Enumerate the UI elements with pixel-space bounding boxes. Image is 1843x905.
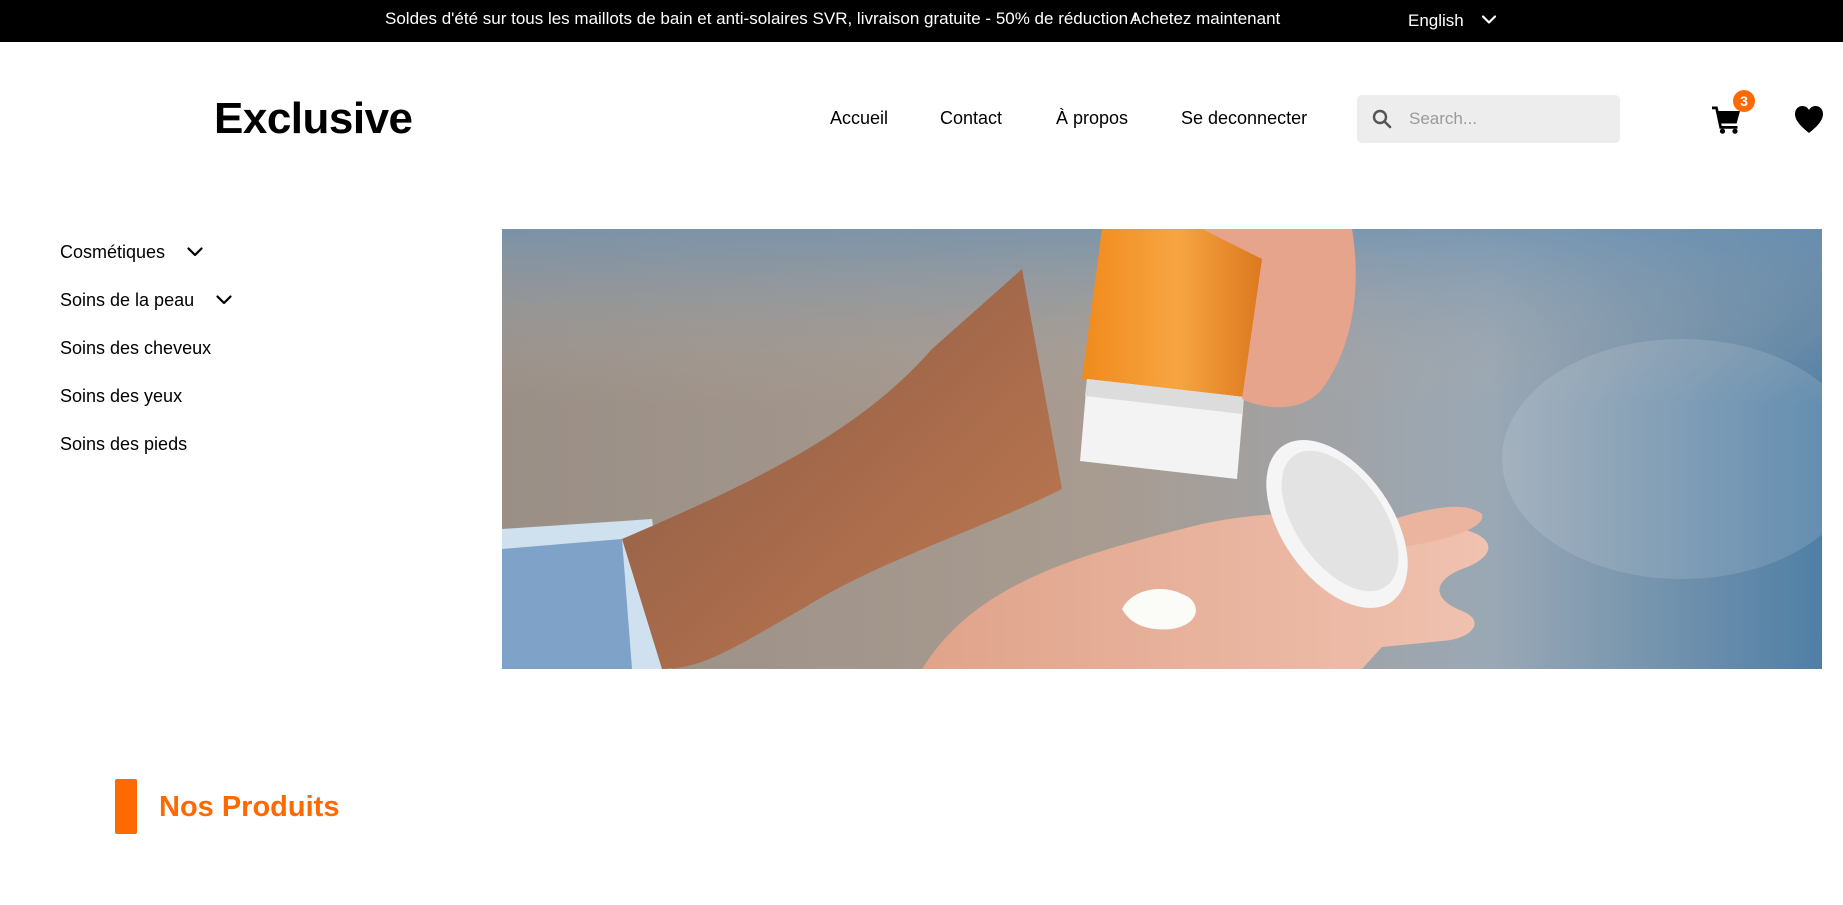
- category-label: Soins de la peau: [60, 289, 195, 310]
- site-logo[interactable]: Exclusive: [214, 94, 413, 144]
- category-soins-yeux[interactable]: Soins des yeux: [60, 372, 232, 420]
- section-accent-bar: [115, 779, 137, 834]
- chevron-down-icon: [216, 295, 232, 305]
- category-soins-cheveux[interactable]: Soins des cheveux: [60, 324, 232, 372]
- announcement-bar: Soldes d'été sur tous les maillots de ba…: [0, 0, 1843, 42]
- nav-contact[interactable]: Contact: [940, 108, 1002, 129]
- category-label: Soins des yeux: [60, 385, 183, 406]
- category-label: Cosmétiques: [60, 241, 166, 262]
- cart-count-badge: 3: [1733, 90, 1755, 112]
- shop-now-link[interactable]: Achetez maintenant: [1130, 0, 1280, 42]
- category-cosmetiques[interactable]: Cosmétiques: [60, 228, 232, 276]
- language-label: English: [1408, 11, 1464, 30]
- section-title: Nos Produits: [159, 791, 340, 823]
- category-soins-peau[interactable]: Soins de la peau: [60, 276, 232, 324]
- chevron-down-icon: [187, 247, 203, 257]
- category-label: Soins des cheveux: [60, 337, 212, 358]
- search-icon[interactable]: [1372, 109, 1392, 129]
- search-input[interactable]: [1409, 109, 1609, 129]
- promo-text: Soldes d'été sur tous les maillots de ba…: [385, 9, 1138, 28]
- heart-icon[interactable]: [1793, 104, 1825, 134]
- language-selector[interactable]: English: [1408, 0, 1496, 42]
- category-label: Soins des pieds: [60, 433, 188, 454]
- search-box: [1357, 95, 1620, 143]
- nav-logout[interactable]: Se deconnecter: [1181, 108, 1307, 129]
- nav-about[interactable]: À propos: [1056, 108, 1128, 129]
- category-sidebar: Cosmétiques Soins de la peau Soins des c…: [60, 228, 232, 468]
- chevron-down-icon: [1481, 15, 1496, 24]
- hero-banner-image[interactable]: [502, 229, 1822, 669]
- nav-home[interactable]: Accueil: [830, 108, 888, 129]
- category-soins-pieds[interactable]: Soins des pieds: [60, 420, 232, 468]
